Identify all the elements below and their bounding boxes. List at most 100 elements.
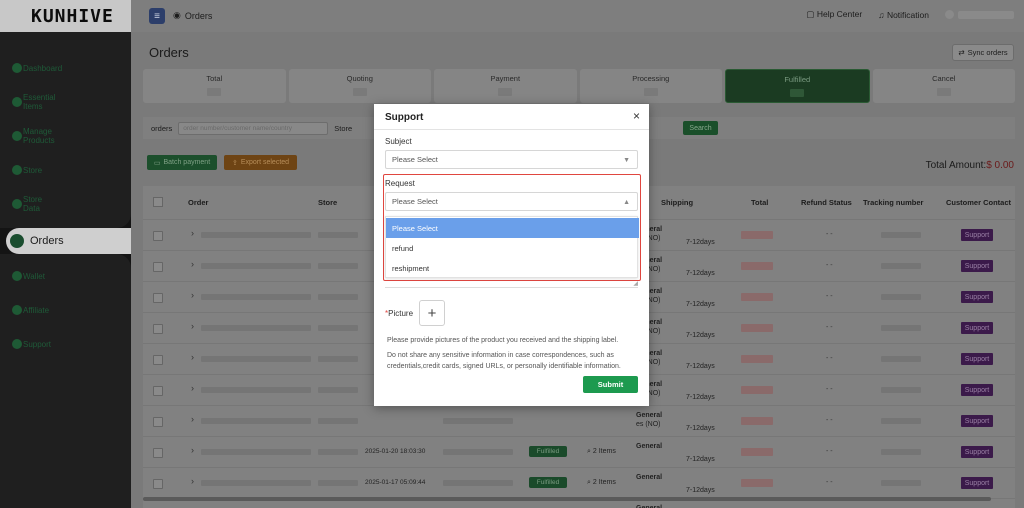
store-name <box>318 356 358 362</box>
support-button[interactable]: Support <box>961 353 993 365</box>
submit-button[interactable]: Submit <box>583 376 638 393</box>
status-badge: Fulfilled <box>529 477 567 488</box>
row-checkbox[interactable] <box>153 355 163 365</box>
items-link[interactable]: ⌕ 2 Items <box>587 479 616 487</box>
refund-status: - - <box>826 386 833 393</box>
close-icon[interactable]: × <box>633 110 640 122</box>
row-checkbox[interactable] <box>153 448 163 458</box>
sidebar-item-manage-products[interactable]: Manage Products <box>12 126 55 146</box>
chevron-right-icon[interactable]: › <box>191 445 194 455</box>
order-number <box>201 387 311 393</box>
row-checkbox[interactable] <box>153 479 163 489</box>
tab-processing[interactable]: Processing <box>579 69 722 103</box>
row-checkbox[interactable] <box>153 386 163 396</box>
table-row[interactable]: › 2025-01-20 18:03:30 Fulfilled ⌕ 2 Items Ge… <box>143 436 1015 467</box>
tab-count <box>643 88 658 96</box>
tab-quoting[interactable]: Quoting <box>288 69 431 103</box>
chevron-right-icon[interactable]: › <box>191 383 194 393</box>
store-name <box>318 232 358 238</box>
upload-picture-button[interactable]: + <box>419 300 445 326</box>
chevron-right-icon[interactable]: › <box>191 352 194 362</box>
request-option-refund[interactable]: refund <box>386 238 639 258</box>
description-textarea[interactable] <box>385 284 638 288</box>
tracking-number <box>881 449 921 455</box>
sidebar-item-store-data[interactable]: Store Data <box>12 194 42 214</box>
select-all-checkbox[interactable] <box>153 197 163 207</box>
order-number <box>201 449 311 455</box>
row-checkbox[interactable] <box>153 324 163 334</box>
support-button[interactable]: Support <box>961 446 993 458</box>
order-number <box>201 232 311 238</box>
tab-count <box>207 88 222 96</box>
sidebar-item-label: Orders <box>30 235 64 247</box>
support-button[interactable]: Support <box>961 384 993 396</box>
shipping-eta: 7-12days <box>686 425 715 432</box>
order-date: 2025-01-17 05:09:44 <box>365 479 426 486</box>
request-placeholder: Please Select <box>392 197 438 206</box>
chevron-right-icon[interactable]: › <box>191 414 194 424</box>
row-checkbox[interactable] <box>153 417 163 427</box>
notification-link[interactable]: ♫ Notification <box>878 10 929 20</box>
bell-icon: ♫ <box>878 9 885 20</box>
search-button[interactable]: Search <box>683 121 718 135</box>
notification-label: Notification <box>886 9 929 20</box>
support-button[interactable]: Support <box>961 415 993 427</box>
chevron-right-icon[interactable]: › <box>191 476 194 486</box>
chevron-right-icon[interactable]: › <box>191 259 194 269</box>
chevron-right-icon[interactable]: › <box>191 228 194 238</box>
hamburger-icon: ≡ <box>154 10 160 22</box>
search-icon: ⌕ <box>587 448 591 455</box>
support-button[interactable]: Support <box>961 477 993 489</box>
sidebar-item-essential-items[interactable]: Essential Items <box>12 92 55 112</box>
sidebar-item-store[interactable]: Store <box>12 160 42 180</box>
help-center-link[interactable]: ▢ Help Center <box>806 9 862 20</box>
picture-instruction: Please provide pictures of the product y… <box>387 337 619 344</box>
page-title: Orders <box>149 45 189 60</box>
table-row[interactable]: › 2025-01-17 05:09:44 Fulfilled ⌕ 2 Items Ge… <box>143 467 1015 498</box>
row-checkbox[interactable] <box>153 293 163 303</box>
sidebar-item-dashboard[interactable]: Dashboard <box>12 58 62 78</box>
export-selected-label: Export selected <box>240 159 290 166</box>
logo: KUNHIVE <box>0 0 131 32</box>
items-link[interactable]: ⌕ 2 Items <box>587 448 616 456</box>
support-button[interactable]: Support <box>961 229 993 241</box>
store-name <box>318 449 358 455</box>
wallet-icon <box>12 271 22 281</box>
chevron-right-icon[interactable]: › <box>191 321 194 331</box>
subject-select[interactable]: Please Select ▼ <box>385 150 638 169</box>
request-option-please-select[interactable]: Please Select <box>386 218 639 238</box>
shipping-method: General es (NO) <box>636 411 662 429</box>
tab-fulfilled[interactable]: Fulfilled <box>725 69 870 103</box>
horizontal-scrollbar[interactable] <box>143 497 991 501</box>
sidebar-item-label: Wallet <box>23 271 45 281</box>
sidebar-item-affiliate[interactable]: Affiliate <box>12 300 49 320</box>
sync-orders-button[interactable]: ⇄ Sync orders <box>952 44 1014 61</box>
row-checkbox[interactable] <box>153 262 163 272</box>
support-button[interactable]: Support <box>961 291 993 303</box>
resize-handle-icon[interactable]: ◢ <box>633 280 638 287</box>
tab-total[interactable]: Total <box>143 69 286 103</box>
request-select[interactable]: Please Select ▲ <box>385 192 638 211</box>
refund-status: - - <box>826 324 833 331</box>
row-checkbox[interactable] <box>153 231 163 241</box>
batch-payment-button[interactable]: ▭ Batch payment <box>147 155 217 170</box>
user-menu[interactable] <box>945 10 1014 19</box>
menu-toggle-button[interactable]: ≡ <box>149 8 165 24</box>
order-total <box>741 417 773 425</box>
export-selected-button[interactable]: ⇪ Export selected <box>224 155 297 170</box>
sidebar-item-orders[interactable]: Orders <box>6 228 131 254</box>
plus-icon: + <box>427 304 437 322</box>
affiliate-icon <box>12 305 22 315</box>
table-row[interactable]: › General es (NO) 7-12days - - Support <box>143 405 1015 436</box>
sidebar-item-wallet[interactable]: Wallet <box>12 266 45 286</box>
request-option-reshipment[interactable]: reshipment <box>386 258 639 278</box>
help-icon: ▢ <box>806 9 815 19</box>
support-button[interactable]: Support <box>961 260 993 272</box>
orders-search-input[interactable]: order number/customer name/country <box>178 121 329 135</box>
tab-payment[interactable]: Payment <box>434 69 577 103</box>
tab-cancel[interactable]: Cancel <box>872 69 1015 103</box>
sidebar-item-support[interactable]: Support <box>12 334 51 354</box>
support-button[interactable]: Support <box>961 322 993 334</box>
modal-title: Support <box>385 112 424 123</box>
chevron-right-icon[interactable]: › <box>191 290 194 300</box>
